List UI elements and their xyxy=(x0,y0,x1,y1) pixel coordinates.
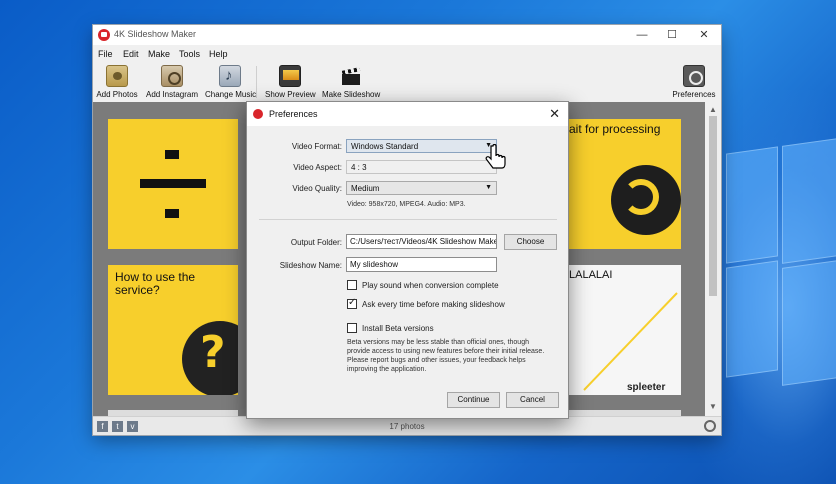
output-folder-label: Output Folder: xyxy=(290,238,342,247)
install-beta-label: Install Beta versions xyxy=(362,324,434,333)
change-music-button[interactable]: Change Music xyxy=(205,65,257,99)
divide-dot-bottom xyxy=(165,209,179,218)
hand-cursor-icon xyxy=(485,144,506,169)
menu-file[interactable]: File xyxy=(98,49,113,59)
slideshow-name-input[interactable]: My slideshow xyxy=(346,257,497,272)
question-mark-icon: ? xyxy=(200,327,226,378)
video-quality-select[interactable]: Medium ▼ xyxy=(346,181,497,195)
ask-every-time-label: Ask every time before making slideshow xyxy=(362,300,505,309)
photo-card-how-to[interactable]: How to use the service? ? xyxy=(108,265,238,395)
add-photos-button[interactable]: Add Photos xyxy=(96,65,138,99)
divide-dot-top xyxy=(165,150,179,159)
toolbar: Add Photos Add Instagram Change Music Sh… xyxy=(93,63,721,101)
vertical-scrollbar[interactable]: ▲ ▼ xyxy=(705,102,721,416)
title-bar: 4K Slideshow Maker — ☐ ✕ xyxy=(93,25,721,45)
beta-note-line: improving the application. xyxy=(347,366,427,373)
divider xyxy=(259,219,557,220)
scroll-up-icon[interactable]: ▲ xyxy=(709,105,717,114)
beta-note-line: Beta versions may be less stable than of… xyxy=(347,339,529,346)
ask-every-time-checkbox[interactable] xyxy=(347,297,357,309)
video-quality-value: Medium xyxy=(351,184,380,193)
video-format-value: Windows Standard xyxy=(351,142,419,151)
video-quality-label: Video Quality: xyxy=(292,184,342,193)
play-sound-checkbox[interactable] xyxy=(347,280,357,290)
make-slideshow-label: Make Slideshow xyxy=(322,90,381,99)
preferences-dialog: Preferences ✕ Video Format: Windows Stan… xyxy=(246,101,569,419)
app-logo-icon xyxy=(98,29,110,41)
music-icon xyxy=(219,65,241,87)
video-aspect-select[interactable]: 4 : 3 xyxy=(346,160,497,174)
add-instagram-label: Add Instagram xyxy=(145,90,199,99)
choose-button[interactable]: Choose xyxy=(504,234,557,250)
maximize-button[interactable]: ☐ xyxy=(658,27,686,43)
yellow-diagonal xyxy=(583,292,678,391)
play-sound-label: Play sound when conversion complete xyxy=(362,281,499,290)
preferences-label: Preferences xyxy=(672,90,716,99)
beta-note: Beta versions may be less stable than of… xyxy=(347,338,562,374)
output-folder-input[interactable]: C:/Users/тест/Videos/4K Slideshow Maker xyxy=(346,234,497,249)
clapperboard-icon xyxy=(340,65,362,87)
close-button[interactable]: ✕ xyxy=(690,27,718,43)
menu-edit[interactable]: Edit xyxy=(123,49,139,59)
scroll-down-icon[interactable]: ▼ xyxy=(709,402,717,411)
globe-icon[interactable] xyxy=(704,420,716,432)
dialog-title: Preferences xyxy=(269,109,318,119)
show-preview-button[interactable]: Show Preview xyxy=(265,65,316,99)
photo-card-divide[interactable] xyxy=(108,119,238,249)
dialog-close-icon[interactable]: ✕ xyxy=(549,106,560,122)
beta-note-line: provide access to using new features bef… xyxy=(347,348,545,355)
show-preview-label: Show Preview xyxy=(265,90,316,99)
preferences-button[interactable]: Preferences xyxy=(671,65,717,99)
dialog-logo-icon xyxy=(253,109,263,119)
video-info: Video: 958x720, MPEG4. Audio: MP3. xyxy=(347,201,466,208)
add-instagram-button[interactable]: Add Instagram xyxy=(145,65,199,99)
scroll-thumb[interactable] xyxy=(709,116,717,296)
photo-card-lalalai[interactable]: LALALAI spleeter xyxy=(569,265,681,395)
how-to-text: How to use the service? xyxy=(115,270,196,297)
preferences-icon xyxy=(683,65,705,87)
video-format-select[interactable]: Windows Standard ▼ xyxy=(346,139,497,153)
change-music-label: Change Music xyxy=(205,90,257,99)
video-aspect-value: 4 : 3 xyxy=(351,163,367,172)
toolbar-separator xyxy=(256,66,257,98)
beta-note-line: Please report bugs and other issues, you… xyxy=(347,357,526,364)
window-title: 4K Slideshow Maker xyxy=(114,29,197,39)
minimize-button[interactable]: — xyxy=(628,27,656,43)
preview-icon xyxy=(279,65,301,87)
divide-bar xyxy=(140,179,206,188)
make-slideshow-button[interactable]: Make Slideshow xyxy=(322,65,380,99)
chevron-down-icon: ▼ xyxy=(485,184,492,191)
photo-icon xyxy=(106,65,128,87)
menu-help[interactable]: Help xyxy=(209,49,228,59)
dialog-title-bar: Preferences ✕ xyxy=(247,102,568,126)
menu-make[interactable]: Make xyxy=(148,49,170,59)
video-format-label: Video Format: xyxy=(291,142,342,151)
slideshow-name-label: Slideshow Name: xyxy=(279,261,342,270)
menu-bar: File Edit Make Tools Help xyxy=(93,46,721,62)
video-aspect-label: Video Aspect: xyxy=(293,163,342,172)
cancel-button[interactable]: Cancel xyxy=(506,392,559,408)
refresh-icon xyxy=(623,179,659,215)
processing-text: ait for processing xyxy=(569,122,661,136)
add-photos-label: Add Photos xyxy=(96,90,138,99)
instagram-icon xyxy=(161,65,183,87)
install-beta-checkbox[interactable] xyxy=(347,323,357,333)
windows-logo xyxy=(726,138,836,390)
spleeter-logo: spleeter xyxy=(627,382,666,393)
continue-button[interactable]: Continue xyxy=(447,392,500,408)
menu-tools[interactable]: Tools xyxy=(179,49,200,59)
photo-card-processing[interactable]: ait for processing xyxy=(569,119,681,249)
photo-count: 17 photos xyxy=(389,422,425,431)
